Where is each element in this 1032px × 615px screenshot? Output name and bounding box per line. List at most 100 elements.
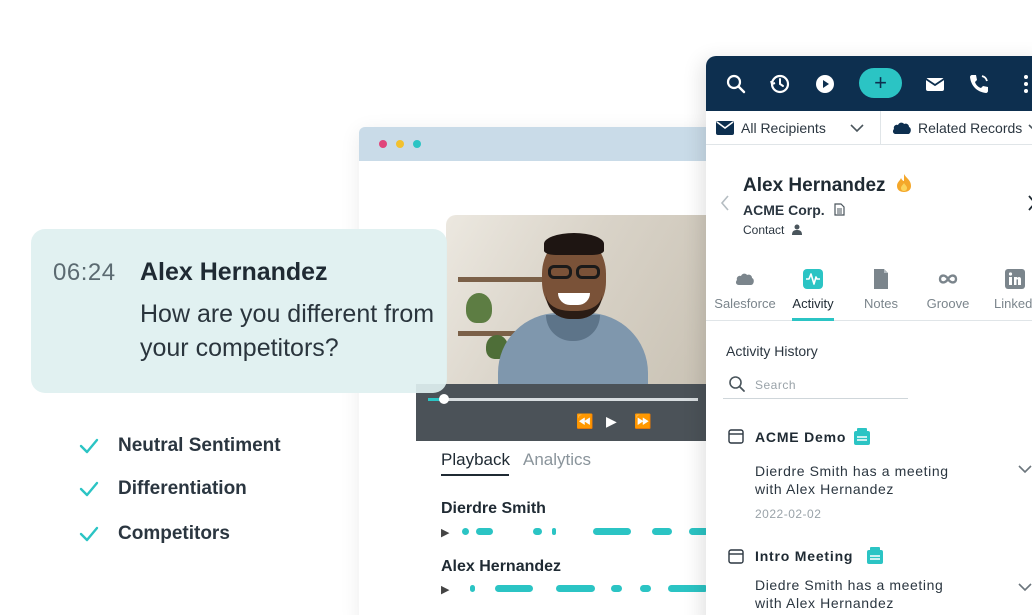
active-tab-underline	[792, 318, 834, 321]
insight-item: Differentiation	[78, 477, 247, 501]
add-button[interactable]: +	[859, 68, 902, 98]
activity-title[interactable]: ACME Demo	[755, 429, 846, 445]
person-glasses	[546, 265, 602, 279]
speech-segment[interactable]	[476, 528, 493, 535]
salesforce-cloud-icon	[892, 122, 911, 134]
fire-emoji-icon	[896, 174, 911, 192]
insight-label: Neutral Sentiment	[118, 435, 281, 456]
progress-bar[interactable]	[428, 394, 698, 404]
speech-segment[interactable]	[668, 585, 708, 592]
calendar-icon	[728, 549, 744, 564]
related-records-dropdown[interactable]: Related Records	[892, 120, 1032, 136]
tab-label: Notes	[864, 296, 898, 311]
panel-tabs: Salesforce Activity Notes Groove LinkedI	[706, 266, 1032, 321]
salesforce-cloud-icon	[735, 273, 754, 285]
insight-item: Neutral Sentiment	[78, 434, 281, 458]
speaker-name: Dierdre Smith	[441, 500, 546, 517]
insight-label: Differentiation	[118, 478, 247, 499]
contact-name: Alex Hernandez	[743, 173, 913, 197]
tab-underline	[441, 474, 509, 476]
activity-search-input[interactable]: Search	[723, 369, 908, 399]
tab-notes[interactable]: Notes	[848, 266, 914, 311]
recipients-dropdown[interactable]: All Recipients	[716, 120, 864, 136]
tab-linkedin[interactable]: LinkedI	[982, 266, 1032, 311]
tab-activity[interactable]: Activity	[780, 266, 846, 311]
speech-segment[interactable]	[533, 528, 542, 535]
related-records-label: Related Records	[918, 120, 1023, 136]
history-icon[interactable]	[768, 72, 792, 96]
person-hair	[544, 233, 604, 255]
shelf	[458, 277, 550, 282]
chevron-down-icon[interactable]	[1018, 464, 1032, 474]
document-icon[interactable]	[833, 203, 845, 216]
activity-date: 2022-02-02	[755, 507, 822, 521]
rewind-icon[interactable]: ⏪	[576, 413, 593, 429]
tab-groove[interactable]: Groove	[915, 266, 981, 311]
track-play-icon[interactable]: ▶	[441, 526, 449, 539]
activity-description: Dierdre Smith has a meeting with Alex He…	[755, 463, 949, 497]
tab-salesforce[interactable]: Salesforce	[712, 266, 778, 311]
speech-segment[interactable]	[593, 528, 631, 535]
groove-icon	[938, 274, 958, 284]
video-frame[interactable]	[446, 215, 708, 390]
meeting-icon	[867, 547, 883, 564]
close-dot[interactable]	[379, 140, 387, 148]
linkedin-icon	[1005, 269, 1025, 289]
tab-label: Groove	[926, 296, 970, 311]
contact-company: ACME Corp.	[743, 202, 845, 218]
speech-segment[interactable]	[462, 528, 469, 535]
contact-company-text: ACME Corp.	[743, 202, 825, 218]
speech-segment[interactable]	[470, 585, 475, 592]
caption-speaker: Alex Hernandez	[140, 258, 328, 286]
recipients-label: All Recipients	[741, 120, 826, 136]
contact-role-text: Contact	[743, 223, 785, 237]
mail-icon[interactable]	[923, 72, 947, 96]
minimize-dot[interactable]	[396, 140, 404, 148]
caption-timestamp: 06:24	[53, 259, 116, 286]
play-icon[interactable]: ▶	[606, 413, 617, 429]
activity-history-title: Activity History	[726, 343, 818, 359]
marketing-stage: ⏪ ▶ ⏩ 06:24 Alex Hernandez How are you d…	[0, 0, 1032, 615]
search-icon	[729, 376, 745, 392]
video-player-controls: ⏪ ▶ ⏩	[416, 384, 708, 441]
progress-knob[interactable]	[439, 394, 449, 404]
chevron-down-icon[interactable]	[1018, 582, 1032, 592]
contact-role: Contact	[743, 223, 802, 237]
tab-label: Salesforce	[714, 296, 776, 311]
speech-segment[interactable]	[652, 528, 672, 535]
envelope-icon	[716, 121, 734, 135]
transcript-caption-card: 06:24 Alex Hernandez How are you differe…	[31, 229, 447, 393]
speech-segment[interactable]	[552, 528, 556, 535]
check-icon	[79, 481, 99, 497]
fast-forward-icon[interactable]: ⏩	[634, 413, 651, 429]
recipients-bar: All Recipients Related Records	[706, 111, 1032, 145]
more-icon[interactable]	[1014, 72, 1032, 96]
search-icon[interactable]	[724, 72, 748, 96]
plant	[466, 293, 492, 323]
maximize-dot[interactable]	[413, 140, 421, 148]
speaker-name: Alex Hernandez	[441, 558, 562, 575]
contact-name-text: Alex Hernandez	[743, 175, 886, 196]
chevron-down-icon	[1028, 124, 1032, 129]
speech-segment[interactable]	[611, 585, 622, 592]
tab-playback[interactable]: Playback	[441, 450, 510, 470]
groove-sidebar-panel: + All Recipients Related Records Alex He…	[706, 56, 1032, 615]
chevron-right-icon[interactable]	[1027, 195, 1032, 211]
chevron-left-icon[interactable]	[720, 195, 730, 211]
activity-description: Diedre Smith has a meeting with Alex Her…	[755, 577, 944, 611]
calendar-icon	[728, 429, 744, 444]
person-icon	[791, 224, 802, 235]
track-play-icon[interactable]: ▶	[441, 583, 449, 596]
phone-icon[interactable]	[967, 72, 991, 96]
activity-icon	[803, 269, 823, 289]
search-placeholder: Search	[755, 378, 797, 392]
speech-segment[interactable]	[556, 585, 595, 592]
speech-segment[interactable]	[640, 585, 651, 592]
tab-analytics[interactable]: Analytics	[523, 450, 591, 470]
play-circle-icon[interactable]	[813, 72, 837, 96]
panel-toolbar: +	[706, 56, 1032, 111]
activity-title[interactable]: Intro Meeting	[755, 548, 853, 564]
divider	[880, 111, 881, 145]
speech-segment[interactable]	[495, 585, 533, 592]
meeting-icon	[854, 428, 870, 445]
